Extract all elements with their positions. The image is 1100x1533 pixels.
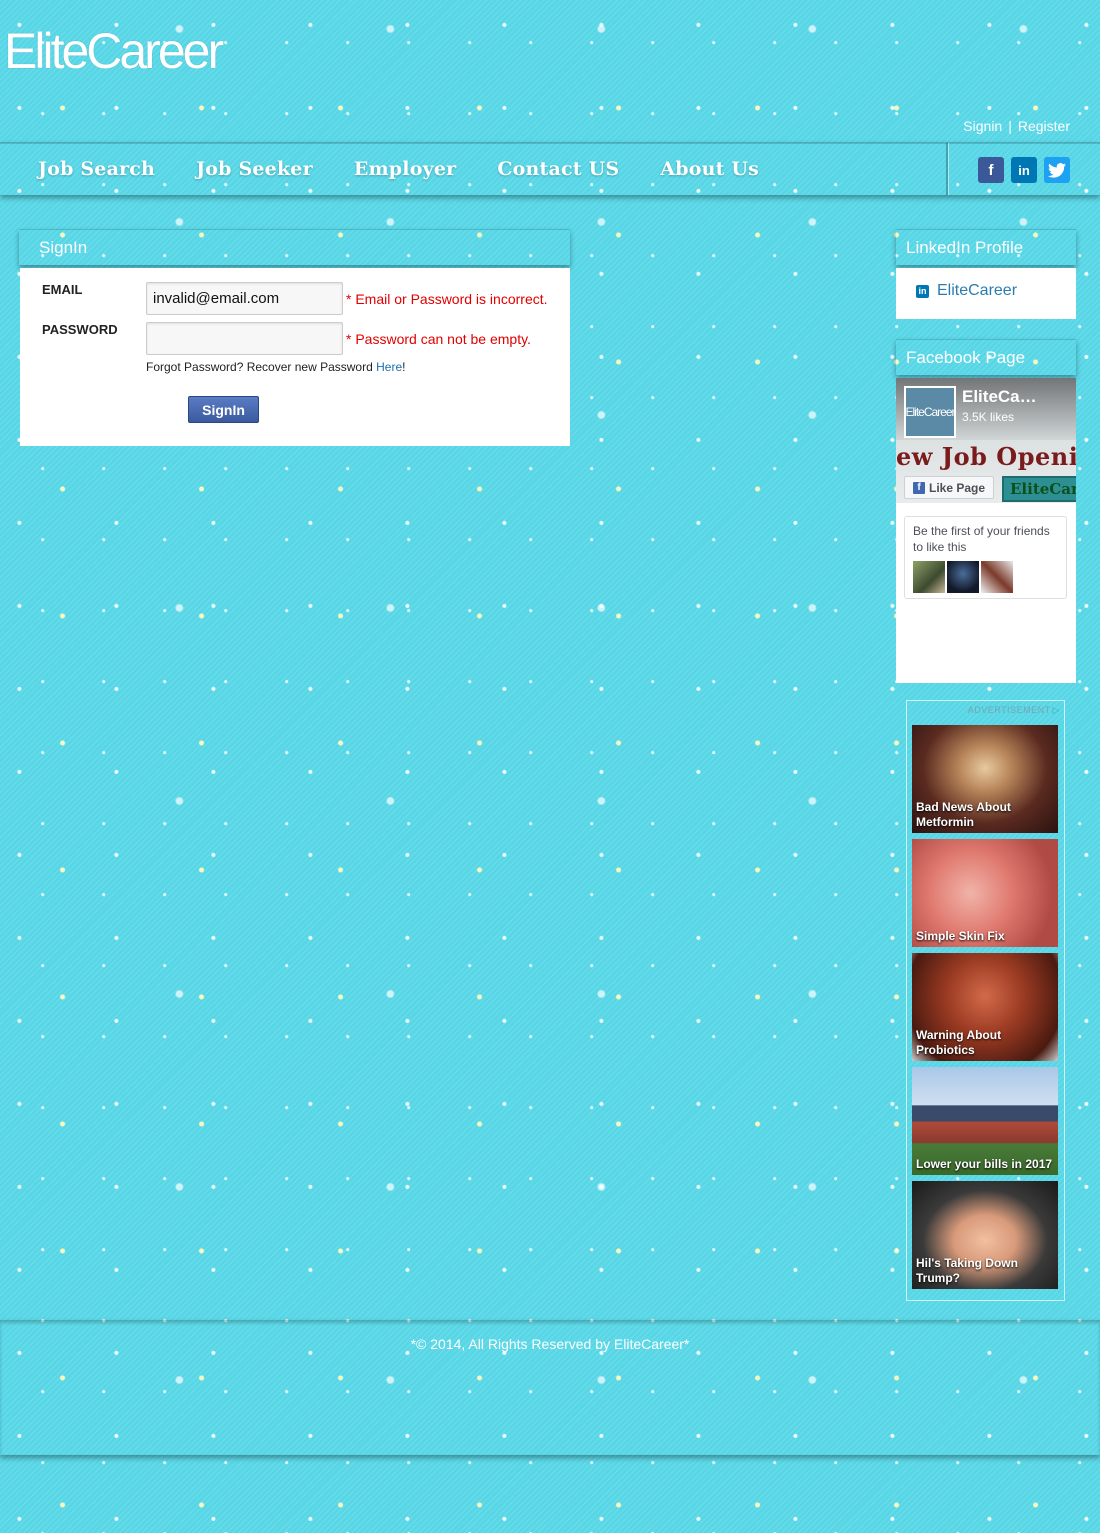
friend-avatar[interactable] xyxy=(981,561,1013,593)
nav-divider xyxy=(946,143,948,195)
ad-caption: Simple Skin Fix xyxy=(916,929,1005,943)
facebook-panel-title: Facebook Page xyxy=(896,339,1076,375)
facebook-cover[interactable]: ew Job Openin EliteCareer EliteCa… 3.5K … xyxy=(896,378,1076,503)
register-link[interactable]: Register xyxy=(1018,118,1070,134)
signin-button[interactable]: SignIn xyxy=(188,396,259,423)
facebook-page-name[interactable]: EliteCa… xyxy=(962,387,1037,407)
ad-tile[interactable]: Simple Skin Fix xyxy=(912,839,1058,947)
facebook-icon[interactable]: f xyxy=(978,157,1004,183)
password-error: * Password can not be empty. xyxy=(346,331,531,347)
nav-contact-us[interactable]: Contact US xyxy=(497,158,619,180)
ad-caption: Lower your bills in 2017 xyxy=(916,1157,1053,1171)
password-field[interactable] xyxy=(146,322,343,355)
friend-avatar[interactable] xyxy=(913,561,945,593)
ad-caption: Warning About Probiotics xyxy=(916,1028,1002,1057)
facebook-like-count: 3.5K likes xyxy=(962,410,1015,424)
nav-job-search[interactable]: Job Search xyxy=(38,158,155,180)
forgot-password-end: ! xyxy=(402,360,406,374)
signin-link[interactable]: Signin xyxy=(963,118,1002,134)
linkedin-icon[interactable]: in xyxy=(1011,157,1037,183)
site-logo[interactable]: EliteCareer xyxy=(4,22,224,80)
social-links: f in xyxy=(978,157,1070,183)
friend-avatar[interactable] xyxy=(947,561,979,593)
main-nav: Job Search Job Seeker Employer Contact U… xyxy=(0,142,1100,195)
ad-label: ADVERTISEMENT ▷ xyxy=(968,705,1060,716)
top-links: Signin | Register xyxy=(963,118,1070,134)
facebook-page-widget: ew Job Openin EliteCareer EliteCa… 3.5K … xyxy=(896,378,1076,683)
ad-tile[interactable]: Warning About Probiotics xyxy=(912,953,1058,1061)
footer: *© 2014, All Rights Reserved by EliteCar… xyxy=(0,1320,1100,1455)
nav-about-us[interactable]: About Us xyxy=(660,158,759,180)
facebook-friends-box: Be the first of your friends to like thi… xyxy=(904,516,1067,599)
linkedin-panel: in EliteCareer xyxy=(896,268,1076,319)
facebook-friends-text: Be the first of your friends to like thi… xyxy=(913,524,1050,554)
ad-caption: Bad News About Metformin xyxy=(916,800,1011,829)
nav-job-seeker[interactable]: Job Seeker xyxy=(196,158,313,180)
linkedin-profile-link[interactable]: in EliteCareer xyxy=(916,282,1017,300)
linkedin-panel-title: LinkedIn Profile xyxy=(896,229,1076,265)
signin-panel-title: SignIn xyxy=(19,229,570,265)
facebook-small-icon: f xyxy=(912,481,925,494)
ad-label-text: ADVERTISEMENT xyxy=(967,705,1051,715)
linkedin-profile-name[interactable]: EliteCareer xyxy=(937,282,1017,300)
email-field[interactable] xyxy=(146,282,343,315)
linkedin-small-icon: in xyxy=(916,284,929,298)
facebook-cover-banner: ew Job Openin xyxy=(896,442,1076,471)
like-page-label: Like Page xyxy=(928,480,986,495)
ad-caption: Hil's Taking Down Trump? xyxy=(916,1256,1018,1285)
nav-employer[interactable]: Employer xyxy=(354,158,457,180)
top-links-separator: | xyxy=(1008,118,1012,134)
recover-password-link[interactable]: Here xyxy=(376,360,402,374)
forgot-password-label: Forgot Password? Recover new Password xyxy=(146,360,377,374)
ad-tile[interactable]: Hil's Taking Down Trump? xyxy=(912,1181,1058,1289)
ad-tile[interactable]: Bad News About Metformin xyxy=(912,725,1058,833)
password-label: PASSWORD xyxy=(42,322,118,337)
advertisement-block: ADVERTISEMENT ▷ Bad News About Metformin … xyxy=(906,700,1065,1301)
forgot-password-text: Forgot Password? Recover new Password He… xyxy=(146,360,405,374)
adchoices-icon[interactable]: ▷ xyxy=(1053,705,1060,716)
facebook-page-logo[interactable]: EliteCareer xyxy=(904,386,956,438)
email-label: EMAIL xyxy=(42,282,83,297)
facebook-brand-tag: EliteCar xyxy=(1002,476,1076,502)
ad-tile[interactable]: Lower your bills in 2017 xyxy=(912,1067,1058,1175)
signin-form: EMAIL * Email or Password is incorrect. … xyxy=(20,268,570,446)
facebook-like-page-button[interactable]: f Like Page xyxy=(904,476,994,499)
footer-copyright: *© 2014, All Rights Reserved by EliteCar… xyxy=(410,1336,690,1352)
email-error: * Email or Password is incorrect. xyxy=(346,291,548,307)
twitter-icon[interactable] xyxy=(1044,157,1070,183)
